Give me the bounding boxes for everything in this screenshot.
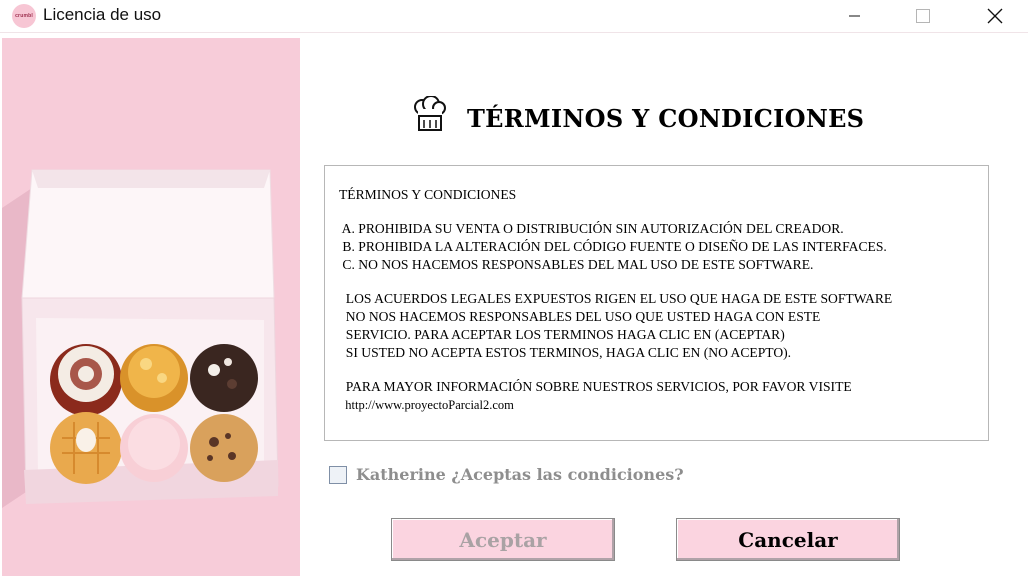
terms-item: B. PROHIBIDA LA ALTERACIÓN DEL CÓDIGO FU… xyxy=(339,239,887,254)
terms-item: C. NO NOS HACEMOS RESPONSABLES DEL MAL U… xyxy=(339,257,814,272)
minimize-button[interactable] xyxy=(832,0,878,32)
maximize-button[interactable] xyxy=(900,0,946,32)
terms-textarea[interactable]: TÉRMINOS Y CONDICIONES A. PROHIBIDA SU V… xyxy=(324,165,989,441)
title-bar: crumbl Licencia de uso xyxy=(0,0,1028,33)
accept-terms-label[interactable]: Katherine ¿Aceptas las condiciones? xyxy=(356,465,684,484)
terms-paragraph-line: SERVICIO. PARA ACEPTAR LOS TERMINOS HAGA… xyxy=(339,327,785,342)
minimize-icon xyxy=(849,15,860,17)
terms-paragraph-line: SI USTED NO ACEPTA ESTOS TERMINOS, HAGA … xyxy=(339,345,792,360)
close-button[interactable] xyxy=(972,0,1018,32)
chef-hat-icon xyxy=(414,96,446,131)
terms-info: PARA MAYOR INFORMACIÓN SOBRE NUESTROS SE… xyxy=(339,379,852,394)
terms-heading: TÉRMINOS Y CONDICIONES xyxy=(339,187,517,202)
cookie-box-image xyxy=(2,38,300,576)
close-icon xyxy=(987,8,1003,24)
terms-paragraph-line: NO NOS HACEMOS RESPONSABLES DEL USO QUE … xyxy=(339,309,821,324)
cookie-box-illustration xyxy=(2,169,279,508)
accept-button[interactable]: Aceptar xyxy=(391,518,615,561)
window-title: Licencia de uso xyxy=(43,5,162,24)
app-logo-icon: crumbl xyxy=(12,4,36,28)
terms-url: http://www.proyectoParcial2.com xyxy=(339,398,514,412)
page-title: TÉRMINOS Y CONDICIONES xyxy=(467,104,865,133)
cancel-button[interactable]: Cancelar xyxy=(676,518,900,561)
maximize-icon xyxy=(916,9,930,23)
terms-item: A. PROHIBIDA SU VENTA O DISTRIBUCIÓN SIN… xyxy=(339,221,844,236)
terms-paragraph-line: LOS ACUERDOS LEGALES EXPUESTOS RIGEN EL … xyxy=(339,291,893,306)
accept-terms-checkbox[interactable] xyxy=(329,466,347,484)
